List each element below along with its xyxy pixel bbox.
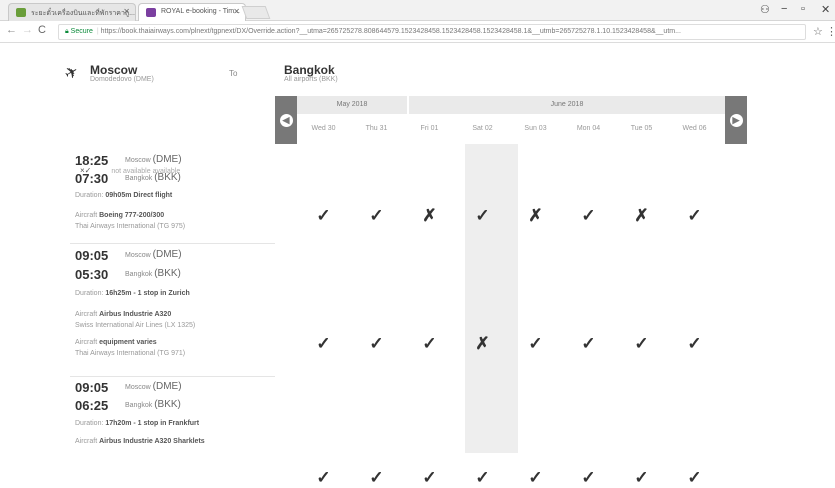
route-header: ✈ Moscow Domodedovo (DME) To Bangkok All… <box>0 43 835 96</box>
day-header: Wed 30 <box>311 125 336 132</box>
available-check-icon[interactable]: ✓ <box>297 468 350 488</box>
aircraft: Aircraft Airbus Industrie A320 Sharklets <box>75 438 205 445</box>
profile-icon[interactable]: ⚇ <box>760 3 770 16</box>
available-check-icon[interactable]: ✓ <box>297 334 350 354</box>
chevron-right-icon: ▶ <box>729 113 743 127</box>
to-label: To <box>229 69 238 78</box>
depart-time: 18:25 <box>75 153 109 168</box>
secure-label: Secure <box>70 28 93 35</box>
carrier: Thai Airways International (TG 971) <box>75 350 186 357</box>
arrive-time: 06:25 <box>75 398 109 413</box>
address-bar-row: ← → C 🔒︎ Secure | https://book.thaiairway… <box>0 21 835 43</box>
depart-time: 09:05 <box>75 248 109 263</box>
available-check-icon[interactable]: ✓ <box>668 206 721 226</box>
available-check-icon[interactable]: ✓ <box>456 468 509 488</box>
available-check-icon[interactable]: ✓ <box>297 206 350 226</box>
available-check-icon[interactable]: ✓ <box>562 334 615 354</box>
destination-city: Bangkok <box>284 63 335 77</box>
unavailable-x-icon: ✗ <box>422 206 437 225</box>
available-check-icon[interactable]: ✓ <box>562 468 615 488</box>
carrier: Swiss International Air Lines (LX 1325) <box>75 322 196 329</box>
day-header: Sun 03 <box>524 125 547 132</box>
back-button[interactable]: ← <box>6 24 17 36</box>
minimize-button[interactable]: − <box>781 3 787 15</box>
favicon-icon <box>146 8 156 17</box>
unavailable-x-icon: ✗ <box>634 206 649 225</box>
favicon-icon <box>16 8 26 17</box>
depart-time: 09:05 <box>75 380 109 395</box>
day-header: Tue 05 <box>630 125 653 132</box>
unavailable-x-icon: ✗ <box>475 334 490 353</box>
day-header: Wed 06 <box>682 125 707 132</box>
url-text: https://book.thaiairways.com/plnext/tgpn… <box>100 28 681 35</box>
unavailable-x-icon: ✗ <box>528 206 543 225</box>
available-check-icon[interactable]: ✓ <box>350 468 403 488</box>
available-check-icon[interactable]: ✓ <box>456 206 509 226</box>
depart-city: Moscow (DME) <box>125 249 182 260</box>
duration: Duration: 09h05m Direct flight <box>75 192 173 199</box>
aircraft: Aircraft Boeing 777-200/300 <box>75 212 165 219</box>
available-check-icon[interactable]: ✓ <box>615 334 668 354</box>
aircraft: Aircraft equipment varies <box>75 339 157 346</box>
prev-dates-button[interactable]: ◀ <box>275 96 297 144</box>
month-may: May 2018 <box>297 96 409 114</box>
close-tab-icon[interactable]: ✕ <box>233 7 240 16</box>
day-header: Mon 04 <box>576 125 601 132</box>
available-check-icon[interactable]: ✓ <box>615 468 668 488</box>
month-june: June 2018 <box>409 96 725 114</box>
aircraft: Aircraft Airbus Industrie A320 <box>75 311 172 318</box>
close-tab-icon[interactable]: ✕ <box>123 7 130 16</box>
available-check-icon[interactable]: ✓ <box>668 334 721 354</box>
browser-tab-1[interactable]: ระยะตั๋วเครื่องบินและที่พักราคาถู... ✕ <box>8 3 136 21</box>
maximize-button[interactable]: ▫ <box>801 3 805 15</box>
day-header: Thu 31 <box>365 125 388 132</box>
chevron-left-icon: ◀ <box>279 113 293 127</box>
arrive-time: 05:30 <box>75 267 109 282</box>
bookmark-star-icon[interactable]: ☆ <box>813 25 823 38</box>
origin-city: Moscow <box>90 63 138 77</box>
plane-icon: ✈ <box>61 62 83 85</box>
depart-city: Moscow (DME) <box>125 154 182 165</box>
available-check-icon[interactable]: ✓ <box>350 334 403 354</box>
booking-page: ✈ Moscow Domodedovo (DME) To Bangkok All… <box>0 43 835 487</box>
origin-airport: Domodedovo (DME) <box>90 76 154 83</box>
duration: Duration: 17h20m - 1 stop in Frankfurt <box>75 420 200 427</box>
new-tab-button[interactable] <box>241 6 271 19</box>
selected-date-column <box>465 144 518 453</box>
tab-title: ROYAL e-booking - Tim... <box>161 8 240 15</box>
url-input[interactable]: 🔒︎ Secure | https://book.thaiairways.com/… <box>58 24 806 40</box>
carrier: Thai Airways International (TG 975) <box>75 223 186 230</box>
available-check-icon[interactable]: ✓ <box>350 206 403 226</box>
browser-tab-2[interactable]: ROYAL e-booking - Tim... ✕ <box>138 3 246 21</box>
tab-bar: ระยะตั๋วเครื่องบินและที่พักราคาถู... ✕ R… <box>0 0 835 21</box>
available-check-icon[interactable]: ✓ <box>509 334 562 354</box>
row-divider <box>70 376 275 377</box>
arrive-time: 07:30 <box>75 171 109 186</box>
next-dates-button[interactable]: ▶ <box>725 96 747 144</box>
tab-title: ระยะตั๋วเครื่องบินและที่พักราคาถู... <box>31 10 135 17</box>
available-check-icon[interactable]: ✓ <box>562 206 615 226</box>
available-check-icon[interactable]: ✓ <box>509 468 562 488</box>
forward-button[interactable]: → <box>22 24 33 36</box>
arrive-city: Bangkok (BKK) <box>125 268 181 279</box>
available-check-icon[interactable]: ✓ <box>668 468 721 488</box>
day-header: Sat 02 <box>472 125 493 132</box>
day-header: Fri 01 <box>420 125 439 132</box>
close-window-button[interactable]: ✕ <box>821 3 830 16</box>
arrive-city: Bangkok (BKK) <box>125 172 181 183</box>
reload-button[interactable]: C <box>38 24 46 36</box>
depart-city: Moscow (DME) <box>125 381 182 392</box>
arrive-city: Bangkok (BKK) <box>125 399 181 410</box>
row-divider <box>70 243 275 244</box>
menu-icon[interactable]: ⋮ <box>826 25 835 38</box>
duration: Duration: 16h25m - 1 stop in Zurich <box>75 290 190 297</box>
lock-icon: 🔒︎ <box>65 28 71 35</box>
destination-airport: All airports (BKK) <box>284 76 338 83</box>
fare-calendar: ◀ ▶ May 2018 June 2018 Wed 30 Thu 31 Fri 0… <box>275 96 747 487</box>
available-check-icon[interactable]: ✓ <box>403 334 456 354</box>
available-check-icon[interactable]: ✓ <box>403 468 456 488</box>
